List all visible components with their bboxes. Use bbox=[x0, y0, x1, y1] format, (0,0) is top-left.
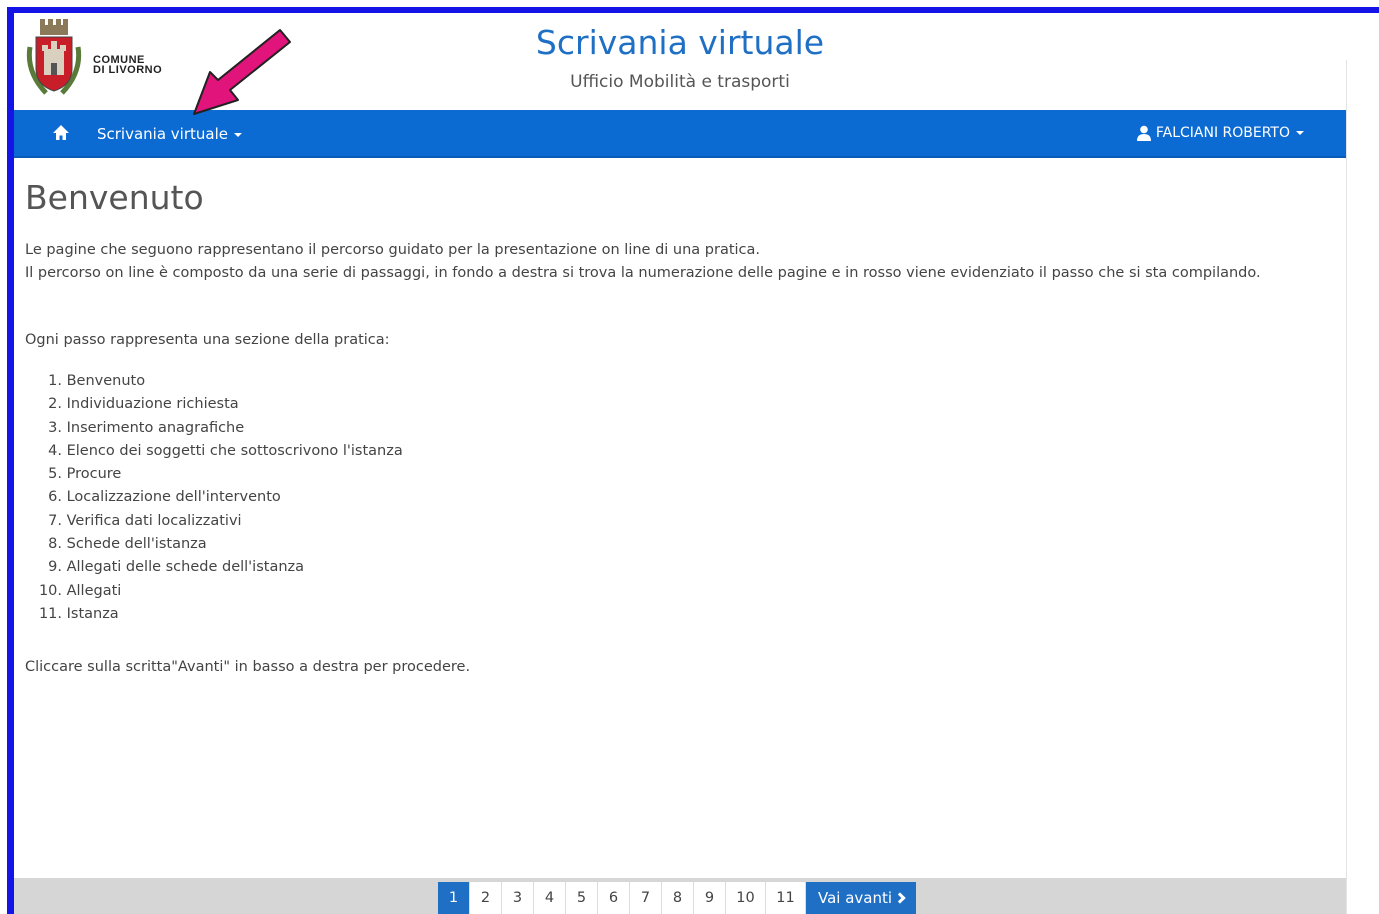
intro-line-1: Le pagine che seguono rappresentano il p… bbox=[25, 242, 761, 258]
step-item: 3. Inserimento anagrafiche bbox=[48, 419, 245, 436]
home-button[interactable] bbox=[52, 124, 72, 144]
page-button-5[interactable]: 5 bbox=[566, 882, 598, 914]
step-item: 2. Individuazione richiesta bbox=[48, 396, 239, 413]
page-button-4[interactable]: 4 bbox=[534, 882, 566, 914]
steps-list: 1. Benvenuto 2. Individuazione richiesta… bbox=[25, 370, 1325, 626]
home-icon bbox=[53, 125, 69, 140]
page-button-9[interactable]: 9 bbox=[694, 882, 726, 914]
page-button-8[interactable]: 8 bbox=[662, 882, 694, 914]
page-button-1[interactable]: 1 bbox=[438, 882, 470, 914]
annotation-arrow-icon bbox=[193, 29, 291, 115]
steps-lead: Ogni passo rappresenta una sezione della… bbox=[25, 332, 390, 348]
pagination: 1 2 3 4 5 6 7 8 9 10 11 Vai avanti bbox=[438, 882, 917, 914]
step-item: 4. Elenco dei soggetti che sottoscrivono… bbox=[48, 442, 403, 459]
step-item: 6. Localizzazione dell'intervento bbox=[48, 489, 281, 506]
scrivania-virtuale-menu[interactable]: Scrivania virtuale bbox=[97, 125, 242, 143]
page-button-2[interactable]: 2 bbox=[470, 882, 502, 914]
page-button-6[interactable]: 6 bbox=[598, 882, 630, 914]
next-page-button[interactable]: Vai avanti bbox=[806, 882, 917, 914]
frame-border-left bbox=[7, 7, 14, 914]
step-item: 10. Allegati bbox=[38, 582, 122, 599]
user-menu[interactable]: FALCIANI ROBERTO bbox=[1136, 125, 1304, 141]
page-title: Benvenuto bbox=[25, 178, 204, 217]
step-item: 9. Allegati delle schede dell'istanza bbox=[48, 559, 305, 576]
step-item: 8. Schede dell'istanza bbox=[48, 536, 207, 553]
step-item: 7. Verifica dati localizzativi bbox=[48, 512, 242, 529]
step-item: 5. Procure bbox=[48, 466, 122, 483]
outro-text: Cliccare sulla scritta"Avanti" in basso … bbox=[25, 659, 471, 676]
intro-text: Le pagine che seguono rappresentano il p… bbox=[25, 239, 1325, 285]
user-icon bbox=[1136, 125, 1151, 141]
step-item: 1. Benvenuto bbox=[48, 373, 146, 389]
user-name: FALCIANI ROBERTO bbox=[1155, 125, 1290, 141]
main-content: Benvenuto Le pagine che seguono rapprese… bbox=[25, 170, 1325, 675]
next-label: Vai avanti bbox=[818, 889, 893, 907]
page-button-10[interactable]: 10 bbox=[726, 882, 766, 914]
caret-down-icon bbox=[234, 132, 242, 137]
intro-line-2: Il percorso on line è composto da una se… bbox=[25, 265, 1261, 281]
footer-pagination-bar: 1 2 3 4 5 6 7 8 9 10 11 Vai avanti bbox=[14, 878, 1346, 914]
menu-label: Scrivania virtuale bbox=[97, 125, 228, 143]
caret-down-icon bbox=[1296, 131, 1304, 135]
chevron-right-icon bbox=[894, 892, 906, 904]
page-button-3[interactable]: 3 bbox=[502, 882, 534, 914]
step-item: 11. Istanza bbox=[38, 605, 119, 622]
page-button-11[interactable]: 11 bbox=[766, 882, 806, 914]
page-button-7[interactable]: 7 bbox=[630, 882, 662, 914]
frame-border-right bbox=[1346, 60, 1347, 914]
